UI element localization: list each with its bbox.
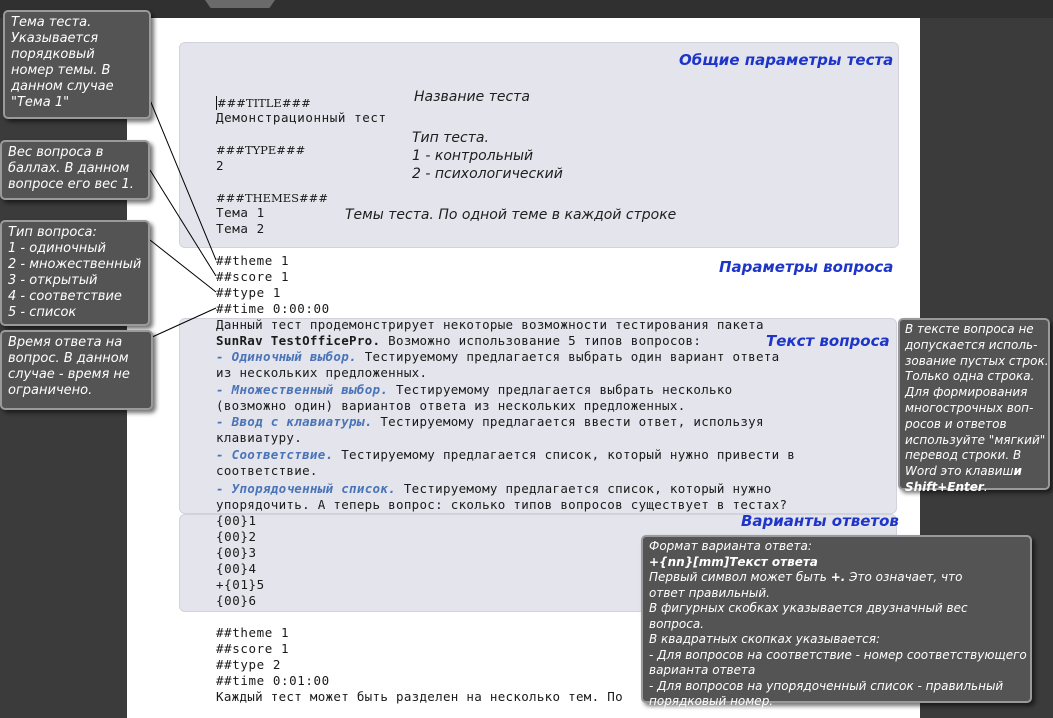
- callout-format-line: В квадратных скопках указывается:: [649, 632, 880, 646]
- callout-shortcut-period: .: [983, 479, 988, 494]
- callout-theme-line: Указывается: [11, 31, 99, 46]
- callout-empty-lines-line: Для формирования: [905, 385, 1028, 400]
- callout-format-first-char: Первый символ может быть +. Это означает…: [649, 570, 1024, 586]
- callout-empty-lines-line: зование пустых строк.: [905, 353, 1049, 368]
- callout-type-line: 4 - соответствие: [8, 289, 122, 304]
- leader-score: [149, 169, 217, 277]
- callout-empty-lines-line: допускается исполь-: [905, 337, 1038, 352]
- callout-score: Вес вопроса в баллах. В данном вопросе е…: [0, 140, 150, 200]
- callout-format-first-char-c: Это означает, что: [845, 570, 963, 584]
- callout-empty-lines-bold: и: [1013, 464, 1022, 479]
- callout-empty-lines-line: В тексте вопроса не: [905, 322, 1034, 336]
- callout-theme: Тема теста. Указывается порядковый номер…: [3, 10, 151, 119]
- callout-empty-lines-line: используйте "мягкий": [905, 432, 1046, 447]
- callout-format-line: В фигурных скобках указывается двузначны…: [649, 601, 968, 615]
- callout-theme-line: Тема теста.: [11, 15, 92, 30]
- callout-format-line: - Для вопросов на соответствие - номер с…: [649, 647, 1027, 662]
- callout-time-line: Время ответа на: [8, 335, 123, 350]
- callout-empty-lines-word: Word это клавиш: [905, 464, 1014, 479]
- callout-score-line: вопросе его вес 1.: [8, 177, 134, 192]
- callout-format-line: порядковый номер.: [649, 694, 774, 708]
- leader-theme: [149, 99, 217, 261]
- callout-theme-line: данном случае: [11, 79, 114, 94]
- callout-empty-lines-line: Только одна строка.: [905, 369, 1035, 384]
- callout-type-line: Тип вопроса:: [8, 225, 97, 240]
- callout-empty-lines-shortcut: Shift+Enter.: [905, 480, 1043, 496]
- callout-format-line: - Для вопросов на упорядоченный список -…: [649, 678, 1004, 693]
- callout-format-line: вопроса.: [649, 616, 704, 631]
- callout-empty-lines-line: перевод строки. В: [905, 448, 1022, 463]
- callout-type-line: 5 - список: [8, 305, 77, 320]
- callout-empty-lines-line: росов и ответов: [905, 416, 1007, 431]
- callout-type-line: 3 - открытый: [8, 273, 98, 288]
- callout-time-line: ограничено.: [8, 383, 93, 398]
- callout-format-line: варианта ответа: [649, 663, 756, 677]
- callout-time-line: вопрос. В данном: [8, 351, 129, 366]
- callout-theme-line: номер темы. В: [11, 63, 111, 78]
- callout-time-line: случае - время не: [8, 367, 130, 382]
- callout-format-plus: +.: [830, 570, 846, 584]
- callout-empty-lines-line: многострочных воп-: [905, 400, 1034, 415]
- callout-shortcut-keys: Shift+Enter: [905, 479, 984, 494]
- callout-answer-format: Формат варианта ответа: +{nn}[mm]Текст о…: [641, 535, 1032, 708]
- callout-type-line: 2 - множественный: [8, 257, 142, 272]
- leader-time: [149, 307, 217, 339]
- callout-score-line: Вес вопроса в: [8, 145, 104, 160]
- callout-type-line: 1 - одиночный: [8, 241, 106, 256]
- callout-score-line: баллах. В данном: [8, 161, 130, 176]
- callout-empty-lines: В тексте вопроса не допускается исполь- …: [898, 318, 1050, 494]
- leader-type: [149, 239, 217, 293]
- callout-format-line: ответ правильный.: [649, 585, 770, 600]
- callout-time: Время ответа на вопрос. В данном случае …: [0, 330, 153, 410]
- callout-type: Тип вопроса: 1 - одиночный 2 - множестве…: [0, 220, 150, 326]
- callout-theme-line: порядковый: [11, 47, 95, 62]
- callout-format-title: Формат варианта ответа:: [649, 539, 812, 553]
- callout-empty-lines-last: Word это клавиши: [905, 464, 1043, 480]
- callout-theme-line: "Тема 1": [11, 95, 70, 110]
- callout-format-first-char-a: Первый символ может быть: [649, 570, 831, 584]
- callout-format-syntax: +{nn}[mm]Текст ответа: [649, 554, 818, 569]
